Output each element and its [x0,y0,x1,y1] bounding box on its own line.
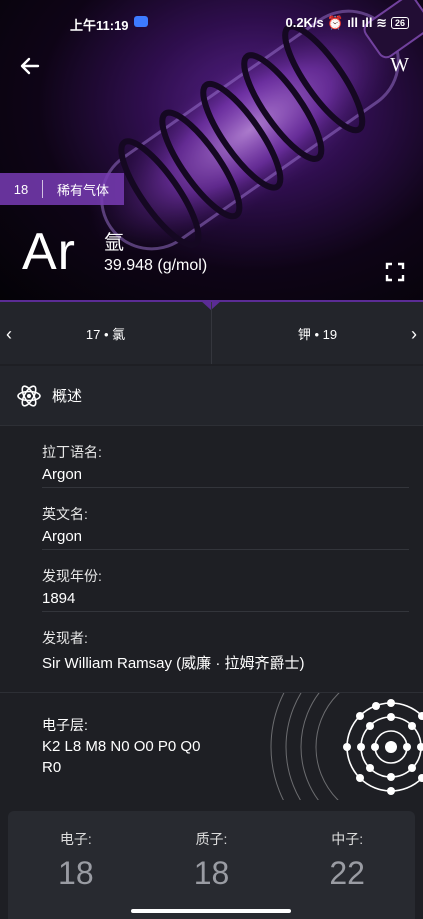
count-label: 质子: [195,831,228,847]
count-value: 18 [58,855,94,891]
section-title: 概述 [52,388,83,405]
status-bar: 上午11:19 0.2K/s ⏰ ıll ıll ≋ 26 [0,0,423,44]
info-value: Sir William Ramsay (威廉 · 拉姆齐爵士) [42,655,305,672]
next-element-button[interactable]: 钾 • 19 › [212,302,423,364]
element-name: 氩 [104,232,124,254]
info-label: 英文名: [42,506,88,522]
info-row-discoverer: 发现者: Sir William Ramsay (威廉 · 拉姆齐爵士) [42,612,409,674]
element-navigation: ‹ 17 • 氯 钾 • 19 › [0,300,423,364]
group-number: 18 [13,181,29,197]
element-info-list: 拉丁语名: Argon 英文名: Argon 发现年份: 1894 发现者: S… [0,426,423,674]
back-arrow-icon[interactable] [16,52,44,80]
count-label: 中子: [331,831,364,847]
atomic-mass: 39.948 (g/mol) [104,257,208,274]
electron-count: 电子: 18 [8,811,144,919]
count-value: 22 [329,855,365,891]
count-label: 电子: [59,831,92,847]
info-row-english-name: 英文名: Argon [42,488,409,550]
shell-config-line1: K2 L8 M8 N0 O0 P0 Q0 [42,738,201,755]
hero-banner: 上午11:19 0.2K/s ⏰ ıll ıll ≋ 26 W 18 稀有气体 … [0,0,423,300]
info-row-discovery-year: 发现年份: 1894 [42,550,409,612]
electron-shell-section: 电子层: K2 L8 M8 N0 O0 P0 Q0 R0 [0,692,423,800]
status-network-text: 0.2K/s ⏰ ıll ıll ≋ [285,15,387,30]
shell-label: 电子层: [42,717,88,733]
home-indicator[interactable] [131,909,291,913]
bohr-model-diagram [270,693,423,800]
element-symbol: Ar [22,223,76,281]
shell-config-line2: R0 [42,759,62,776]
status-time: 上午11:19 [70,18,129,33]
neutron-count: 中子: 22 [279,811,415,919]
info-row-latin-name: 拉丁语名: Argon [42,426,409,488]
info-label: 拉丁语名: [42,444,102,460]
chat-notification-icon [134,16,148,27]
status-indicators: 0.2K/s ⏰ ıll ıll ≋ 26 [285,15,409,31]
proton-count: 质子: 18 [144,811,280,919]
shell-text: 电子层: K2 L8 M8 N0 O0 P0 Q0 R0 [42,715,200,778]
chevron-right-icon: › [411,324,417,344]
atom-icon [17,384,41,407]
previous-element-label: 17 • 氯 [85,326,126,342]
info-label: 发现年份: [42,568,102,584]
next-element-label: 钾 • 19 [297,326,338,342]
particle-counts-card: 电子: 18 质子: 18 中子: 22 [8,811,415,919]
previous-element-button[interactable]: ‹ 17 • 氯 [0,302,212,364]
fullscreen-icon[interactable] [385,262,405,282]
count-value: 18 [193,855,230,891]
overview-section-header[interactable]: 概述 [0,366,423,426]
category-label: 稀有气体 [57,182,110,198]
category-tag: 18 稀有气体 [0,173,124,205]
info-value: Argon [42,528,83,545]
info-value: Argon [42,466,83,483]
wikipedia-button[interactable]: W [390,54,409,77]
battery-icon: 26 [390,17,409,29]
info-value: 1894 [42,590,76,607]
info-label: 发现者: [42,630,88,646]
chevron-left-icon: ‹ [6,324,12,344]
